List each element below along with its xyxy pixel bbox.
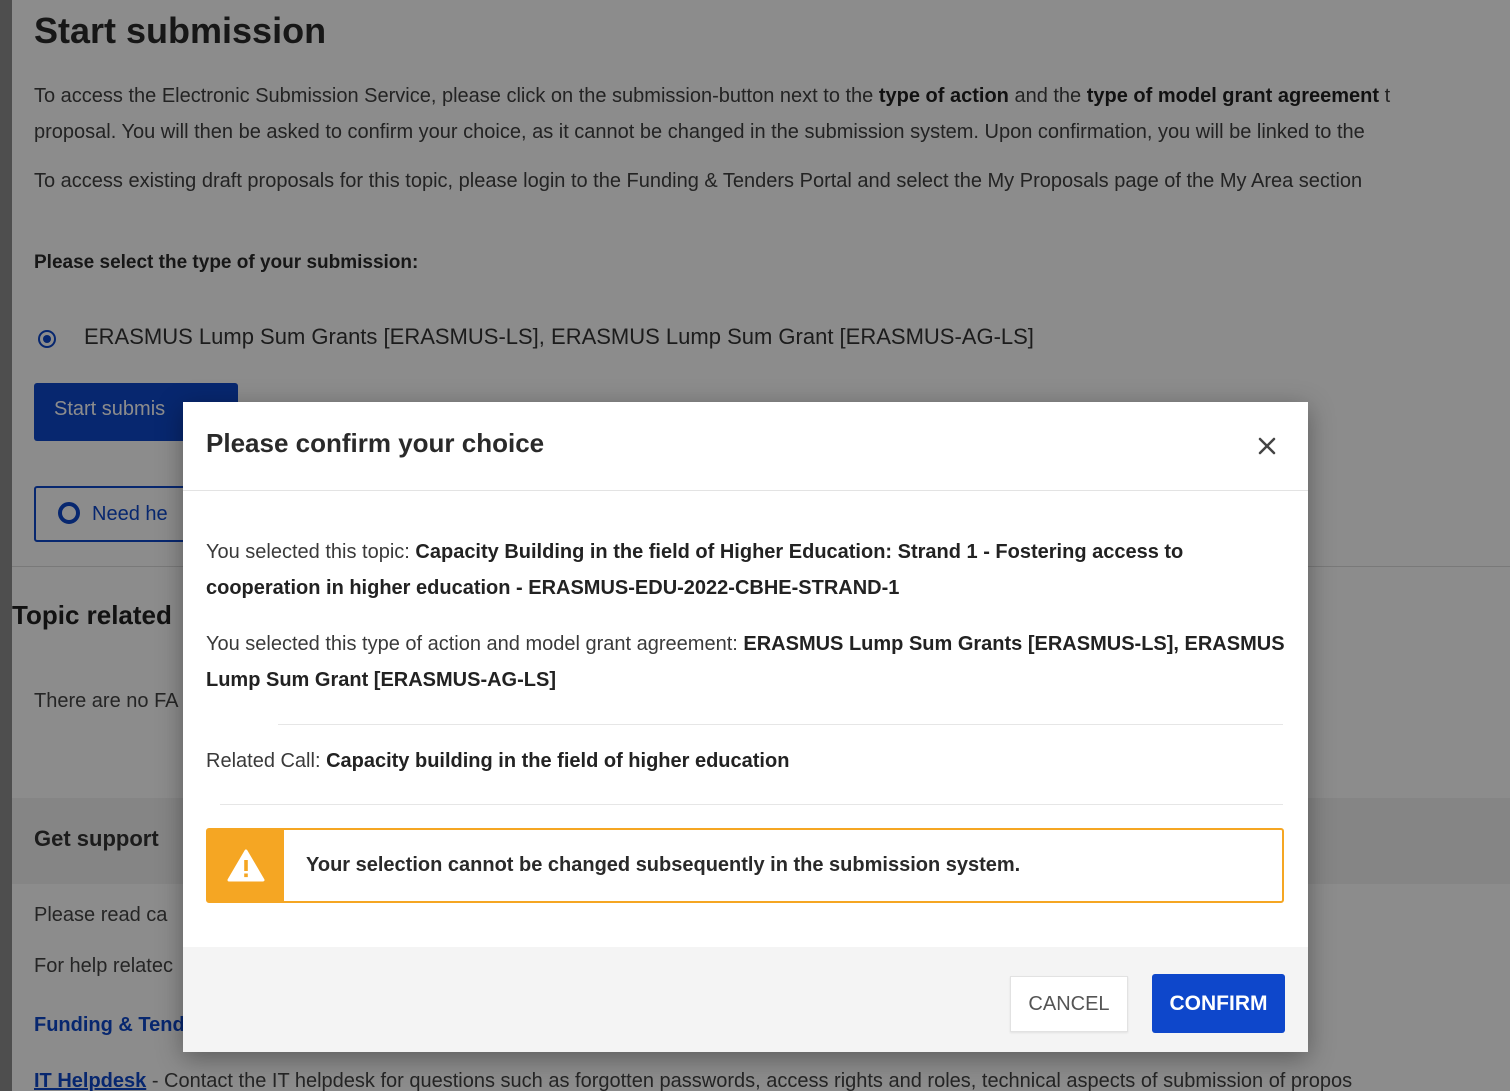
dialog-separator	[278, 724, 1283, 725]
related-call-prefix: Related Call:	[206, 750, 327, 772]
selected-topic-text: You selected this topic: Capacity Buildi…	[206, 534, 1286, 606]
confirm-button[interactable]: CONFIRM	[1152, 974, 1285, 1033]
warning-icon-box	[208, 830, 284, 901]
close-icon	[1258, 437, 1276, 455]
warning-text: Your selection cannot be changed subsequ…	[306, 854, 1021, 876]
dialog-title: Please confirm your choice	[206, 428, 545, 458]
related-call-value: Capacity building in the field of higher…	[326, 750, 790, 772]
selected-topic-prefix: You selected this topic:	[206, 541, 416, 563]
dialog-header-divider	[183, 490, 1308, 491]
dialog-separator	[220, 804, 1283, 805]
cancel-button[interactable]: CANCEL	[1010, 976, 1128, 1032]
dialog-footer	[183, 947, 1308, 1052]
related-call-text: Related Call: Capacity building in the f…	[206, 743, 1286, 779]
selected-action-text: You selected this type of action and mod…	[206, 626, 1286, 698]
selected-action-prefix: You selected this type of action and mod…	[206, 633, 744, 655]
confirm-choice-dialog: Please confirm your choice You selected …	[183, 402, 1308, 1052]
close-button[interactable]	[1251, 430, 1283, 462]
warning-icon	[227, 849, 265, 882]
warning-alert: Your selection cannot be changed subsequ…	[206, 828, 1284, 903]
